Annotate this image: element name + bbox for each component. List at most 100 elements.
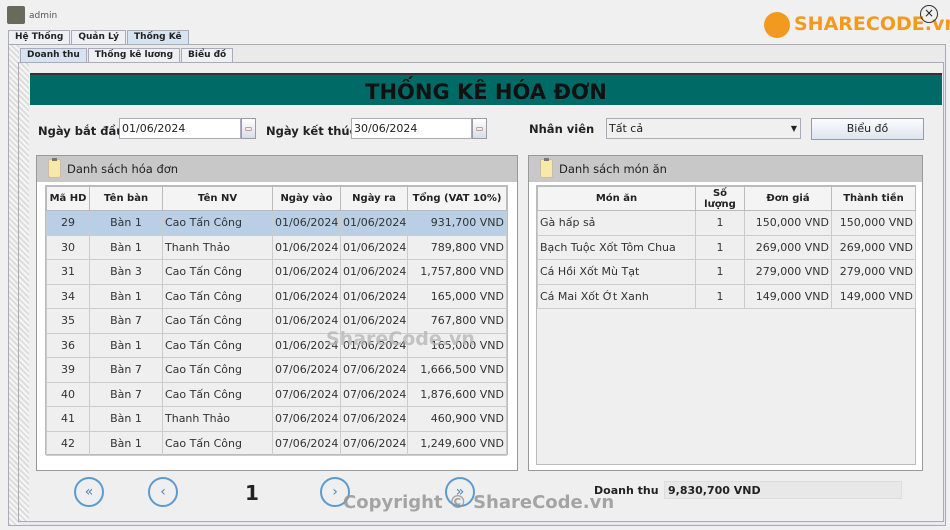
column-header[interactable]: Đơn giá (744, 186, 832, 211)
dish-panel-title: Danh sách món ăn (559, 162, 667, 176)
table-cell: Bàn 1 (89, 210, 163, 236)
column-header[interactable]: Mã HD (46, 186, 90, 211)
close-icon[interactable]: × (920, 5, 938, 23)
table-cell: 789,800 VND (407, 234, 507, 260)
table-cell: 07/06/2024 (272, 430, 341, 456)
table-cell: Cao Tấn Công (162, 430, 273, 456)
first-page-button[interactable]: « (74, 477, 104, 507)
column-header[interactable]: Tên NV (162, 186, 273, 211)
invoice-table-scroll[interactable]: Mã HD Tên bàn Tên NV Ngày vào Ngày ra Tổng (V… (45, 185, 508, 456)
table-cell: 01/06/2024 (340, 210, 408, 236)
table-cell: 42 (46, 430, 90, 456)
table-cell: 01/06/2024 (272, 210, 341, 236)
table-cell: 01/06/2024 (272, 234, 341, 260)
tab-thong-ke-luong[interactable]: Thống kê lương (87, 48, 181, 62)
table-row[interactable]: Cá Hồi Xốt Mù Tạt 1 279,000 VND 279,000 VND (537, 259, 916, 285)
page-number: 1 (245, 481, 259, 505)
table-cell: Cao Tấn Công (162, 332, 273, 358)
table-cell: 460,900 VND (407, 406, 507, 432)
table-cell: Cá Mai Xốt Ớt Xanh (537, 283, 696, 309)
tab-quan-ly[interactable]: Quản Lý (71, 30, 127, 44)
calendar-icon[interactable]: ▭ (472, 118, 487, 139)
column-header[interactable]: Món ăn (537, 186, 696, 211)
tab-he-thong[interactable]: Hệ Thống (8, 30, 71, 44)
column-header[interactable]: Tên bàn (89, 186, 163, 211)
table-row[interactable]: 29 Bàn 1 Cao Tấn Công 01/06/2024 01/06/2024 9… (46, 210, 507, 236)
table-cell: 01/06/2024 (272, 283, 341, 309)
watermark-center: ShareCode.vn (326, 328, 475, 350)
table-cell: 269,000 VND (831, 234, 916, 260)
table-row[interactable]: Cá Mai Xốt Ớt Xanh 1 149,000 VND 149,000 VN… (537, 283, 916, 309)
table-row[interactable]: 31 Bàn 3 Cao Tấn Công 01/06/2024 01/06/2024 1… (46, 259, 507, 285)
table-cell: Gà hấp sả (537, 210, 696, 236)
table-cell: Bạch Tuộc Xốt Tôm Chua (537, 234, 696, 260)
table-row[interactable]: 30 Bàn 1 Thanh Thảo 01/06/2024 01/06/2024 789… (46, 234, 507, 260)
tab-bieu-do[interactable]: Biểu đồ (181, 48, 234, 62)
table-cell: 07/06/2024 (272, 406, 341, 432)
table-row[interactable]: 34 Bàn 1 Cao Tấn Công 01/06/2024 01/06/2024 1… (46, 283, 507, 309)
end-date-label: Ngày kết thúc (266, 124, 357, 138)
invoice-panel-title: Danh sách hóa đơn (67, 162, 179, 176)
table-cell: Bàn 1 (89, 406, 163, 432)
invoice-panel: Danh sách hóa đơn Mã HD Tên bàn Tên NV Ngày… (36, 155, 518, 471)
start-date-input[interactable]: 01/06/2024 (119, 118, 241, 139)
prev-page-button[interactable]: ‹ (148, 477, 178, 507)
chart-button[interactable]: Biểu đồ (811, 118, 924, 140)
table-cell: 931,700 VND (407, 210, 507, 236)
tab-doanh-thu[interactable]: Doanh thu (20, 48, 87, 62)
table-cell: 01/06/2024 (340, 234, 408, 260)
table-row[interactable]: 41 Bàn 1 Thanh Thảo 07/06/2024 07/06/2024 460… (46, 406, 507, 432)
dish-panel: Danh sách món ăn Món ăn Số lượng Đơn giá Th… (528, 155, 923, 471)
table-cell: 07/06/2024 (272, 357, 341, 383)
table-cell: Cá Hồi Xốt Mù Tạt (537, 259, 696, 285)
table-cell: Bàn 1 (89, 430, 163, 456)
page-title: THỐNG KÊ HÓA ĐƠN (30, 73, 942, 105)
table-cell: 1 (695, 283, 745, 309)
table-cell: 149,000 VND (744, 283, 832, 309)
table-cell: 35 (46, 308, 90, 334)
app-icon (7, 6, 25, 24)
staff-select[interactable]: Tất cả ▼ (606, 118, 801, 139)
table-cell: Thanh Thảo (162, 234, 273, 260)
sharecode-logo-icon (764, 12, 790, 38)
column-header[interactable]: Số lượng (695, 186, 745, 211)
table-cell: 07/06/2024 (272, 381, 341, 407)
sub-tabs: Doanh thu Thống kê lương Biểu đồ (20, 48, 234, 63)
table-row[interactable]: Gà hấp sả 1 150,000 VND 150,000 VND (537, 210, 916, 236)
revenue-value: 9,830,700 VND (664, 481, 902, 499)
table-cell: 1 (695, 210, 745, 236)
table-cell: 07/06/2024 (340, 381, 408, 407)
start-date-label: Ngày bắt đầu (38, 124, 125, 138)
table-cell: Bàn 1 (89, 332, 163, 358)
invoice-table: Mã HD Tên bàn Tên NV Ngày vào Ngày ra Tổng (V… (46, 186, 507, 456)
table-row[interactable]: 39 Bàn 7 Cao Tấn Công 07/06/2024 07/06/2024 1… (46, 357, 507, 383)
table-cell: 150,000 VND (744, 210, 832, 236)
table-cell: 41 (46, 406, 90, 432)
table-cell: 279,000 VND (744, 259, 832, 285)
table-cell: 29 (46, 210, 90, 236)
column-header[interactable]: Ngày vào (272, 186, 341, 211)
table-cell: 34 (46, 283, 90, 309)
column-header[interactable]: Tổng (VAT 10%) (407, 186, 507, 211)
table-cell: 01/06/2024 (340, 283, 408, 309)
table-cell: Cao Tấn Công (162, 210, 273, 236)
column-header[interactable]: Thành tiền (831, 186, 916, 211)
calendar-icon[interactable]: ▭ (241, 118, 256, 139)
table-cell: Bàn 7 (89, 381, 163, 407)
table-row[interactable]: 40 Bàn 7 Cao Tấn Công 07/06/2024 07/06/2024 1… (46, 381, 507, 407)
table-row[interactable]: 42 Bàn 1 Cao Tấn Công 07/06/2024 07/06/2024 1… (46, 430, 507, 456)
tab-thong-ke[interactable]: Thống Kê (127, 30, 189, 44)
table-cell: 07/06/2024 (340, 357, 408, 383)
column-header[interactable]: Ngày ra (340, 186, 408, 211)
table-cell: Bàn 3 (89, 259, 163, 285)
staff-select-value: Tất cả (609, 122, 644, 135)
end-date-input[interactable]: 30/06/2024 (351, 118, 472, 139)
table-cell: 01/06/2024 (340, 259, 408, 285)
table-cell: 40 (46, 381, 90, 407)
table-cell: Cao Tấn Công (162, 259, 273, 285)
dish-table-scroll[interactable]: Món ăn Số lượng Đơn giá Thành tiền Gà hấp sả… (536, 185, 916, 465)
chevron-down-icon: ▼ (790, 124, 797, 133)
table-row[interactable]: Bạch Tuộc Xốt Tôm Chua 1 269,000 VND 269,00… (537, 234, 916, 260)
clipboard-icon (540, 158, 553, 178)
staff-label: Nhân viên (529, 122, 595, 136)
